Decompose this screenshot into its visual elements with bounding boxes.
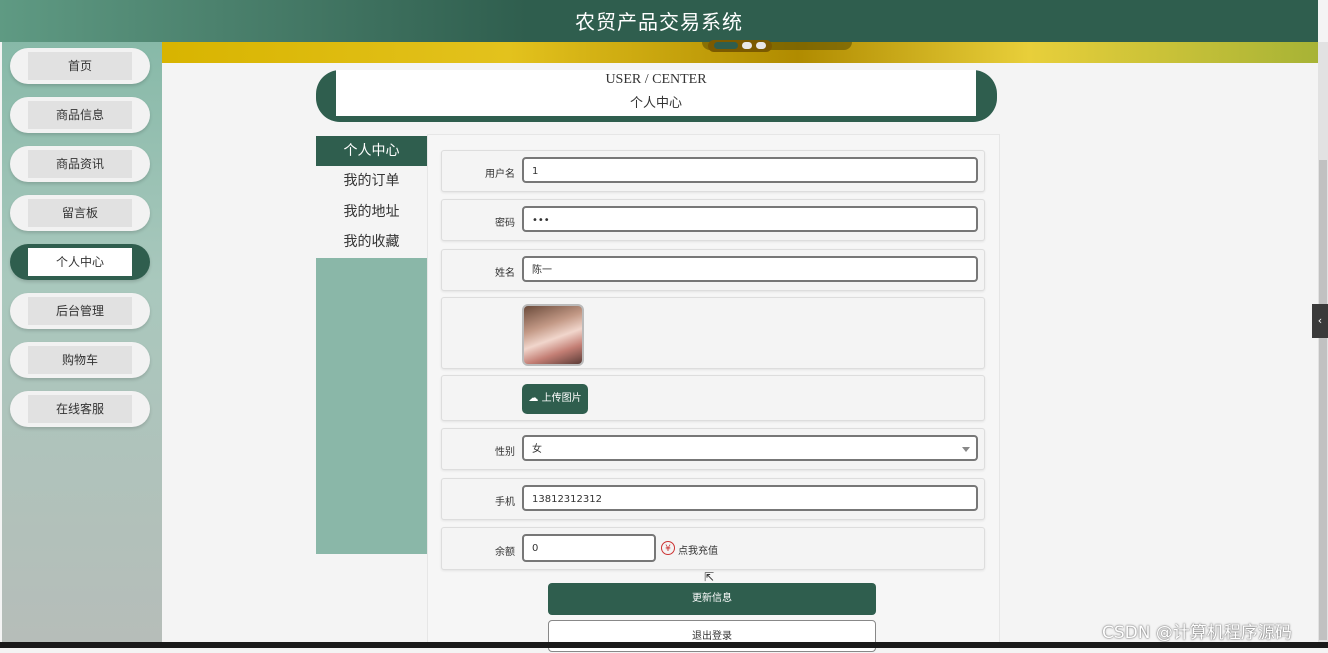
user-menu: 个人中心 我的订单 我的地址 我的收藏 <box>316 136 427 554</box>
update-info-button[interactable]: 更新信息 <box>548 583 876 615</box>
sidebar-item-cart[interactable]: 购物车 <box>10 342 150 378</box>
carousel-dot-3[interactable] <box>756 42 766 49</box>
menu-item-orders[interactable]: 我的订单 <box>316 166 427 196</box>
carousel-dot-2[interactable] <box>742 42 752 49</box>
username-row: 用户名 1 <box>441 150 985 192</box>
yen-icon[interactable]: ¥ <box>661 541 675 555</box>
chevron-down-icon <box>962 447 970 452</box>
phone-label: 手机 <box>495 497 515 508</box>
user-center-header: USER / CENTER 个人中心 <box>316 70 997 122</box>
balance-label: 余额 <box>495 547 515 558</box>
app-title: 农贸产品交易系统 <box>575 10 743 34</box>
sidebar-item-home[interactable]: 首页 <box>10 48 150 84</box>
cloud-upload-icon: ☁ <box>528 393 539 404</box>
avatar <box>522 304 584 366</box>
gender-row: 性别 女 <box>441 428 985 470</box>
balance-row: 余额 0 ¥ 点我充值 <box>441 527 985 570</box>
menu-item-favorites[interactable]: 我的收藏 <box>316 227 427 257</box>
phone-input[interactable]: 13812312312 <box>522 485 978 511</box>
password-input[interactable]: ••• <box>522 206 978 232</box>
gender-select-value: 女 <box>532 444 542 455</box>
top-bar: 农贸产品交易系统 <box>0 0 1318 42</box>
gender-select[interactable]: 女 <box>522 435 978 461</box>
password-label: 密码 <box>495 218 515 229</box>
side-panel-toggle[interactable]: ‹ <box>1312 304 1328 338</box>
upload-image-button[interactable]: ☁ 上传图片 <box>522 384 588 414</box>
upload-row: ☁ 上传图片 <box>441 375 985 421</box>
sidebar: 首页 商品信息 商品资讯 留言板 个人中心 后台管理 购物车 在线客服 <box>2 42 162 642</box>
password-row: 密码 ••• <box>441 199 985 241</box>
name-label: 姓名 <box>495 268 515 279</box>
scrollbar-thumb[interactable] <box>1319 160 1327 640</box>
watermark: CSDN @计算机程序源码 <box>1102 623 1292 643</box>
menu-item-addresses[interactable]: 我的地址 <box>316 197 427 227</box>
page-scrollbar[interactable] <box>1318 42 1328 642</box>
recharge-link[interactable]: 点我充值 <box>678 542 718 557</box>
username-input[interactable]: 1 <box>522 157 978 183</box>
balance-input[interactable]: 0 <box>522 534 656 562</box>
menu-item-user-center[interactable]: 个人中心 <box>316 136 427 166</box>
carousel-indicators <box>708 40 772 52</box>
sidebar-item-news[interactable]: 商品资讯 <box>10 146 150 182</box>
sidebar-item-products[interactable]: 商品信息 <box>10 97 150 133</box>
mouse-cursor-icon: ⇱ <box>704 570 715 584</box>
header-title-en: USER / CENTER <box>605 72 707 87</box>
phone-row: 手机 13812312312 <box>441 478 985 520</box>
username-label: 用户名 <box>485 169 515 180</box>
name-input[interactable]: 陈一 <box>522 256 978 282</box>
sidebar-item-message-board[interactable]: 留言板 <box>10 195 150 231</box>
name-row: 姓名 陈一 <box>441 249 985 291</box>
carousel-dot-1[interactable] <box>714 42 738 49</box>
sidebar-item-admin[interactable]: 后台管理 <box>10 293 150 329</box>
header-title-cn: 个人中心 <box>629 96 682 111</box>
sidebar-item-support[interactable]: 在线客服 <box>10 391 150 427</box>
avatar-row <box>441 297 985 369</box>
sidebar-item-user-center[interactable]: 个人中心 <box>10 244 150 280</box>
gender-label: 性别 <box>495 447 515 458</box>
